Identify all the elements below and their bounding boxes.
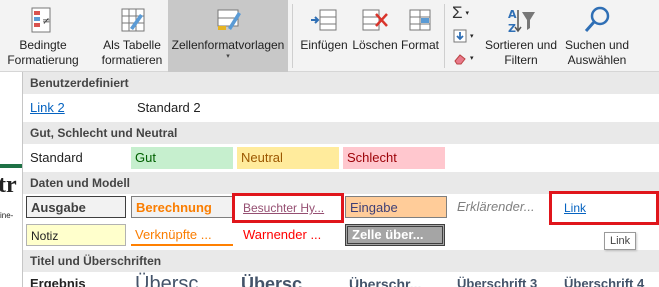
clear-button[interactable]: ▾ [453,48,474,68]
section-header-custom: Benutzerdefiniert [23,72,659,94]
eraser-icon [454,54,466,65]
style-title[interactable]: Übersc... [131,271,233,287]
highlight-box-visited-link [232,193,344,223]
style-standard-2[interactable]: Standard 2 [133,97,233,119]
style-note[interactable]: Notiz [26,224,126,246]
sort-filter-button[interactable]: A Z Sortieren und Filtern [482,0,560,72]
ribbon-separator [292,4,293,68]
find-select-button[interactable]: Suchen und Auswählen [562,0,632,72]
style-check-cell[interactable]: Zelle über... [345,224,445,246]
style-good[interactable]: Gut [131,147,233,169]
format-button[interactable]: Format [399,0,441,72]
autosum-icon: Σ [452,3,463,22]
insert-label: Einfügen [300,38,348,52]
sort-filter-icon: A Z [505,4,537,36]
format-as-table-label-1: Als Tabelle [103,38,161,52]
worksheet-background: tr ine- [0,72,22,287]
format-label: Format [400,38,439,52]
svg-text:≠: ≠ [42,16,50,27]
highlight-box-link [549,191,659,225]
section-header-titles-headings: Titel und Überschriften [23,250,659,272]
format-cells-icon [404,4,436,36]
format-as-table-button[interactable]: Als Tabelle formatieren [96,0,168,72]
style-warning-text[interactable]: Warnender ... [239,224,341,246]
conditional-formatting-label-2: Formatierung [7,53,79,67]
svg-text:A: A [508,8,517,21]
style-bad[interactable]: Schlecht [343,147,445,169]
sheet-text-fragment: tr [0,172,17,198]
format-as-table-label-2: formatieren [101,53,163,67]
cell-styles-gallery: Benutzerdefiniert Link 2 Standard 2 Gut,… [22,72,659,287]
style-linked-cell[interactable]: Verknüpfte ... [131,224,233,246]
style-input[interactable]: Eingabe [345,196,447,218]
sheet-text-fragment-small: ine- [0,211,14,220]
style-standard[interactable]: Standard [26,147,126,169]
delete-label: Löschen [352,38,398,52]
find-select-label-1: Suchen und [564,38,630,52]
style-neutral[interactable]: Neutral [237,147,339,169]
style-output[interactable]: Ausgabe [26,196,126,218]
autosum-caret-icon: ▾ [465,10,470,17]
style-heading-4[interactable]: Überschrift 4 [560,273,659,287]
sort-filter-label-1: Sortieren und [484,38,558,52]
sheet-accent-bar [0,164,22,168]
conditional-formatting-label-1: Bedingte [19,38,67,52]
delete-cells-icon [359,4,391,36]
sort-filter-label-2: Filtern [504,53,538,67]
svg-text:Z: Z [508,22,516,35]
fill-down-icon [453,29,467,43]
style-total[interactable]: Ergebnis [26,273,126,287]
format-as-table-icon [116,4,148,36]
style-link-2[interactable]: Link 2 [26,97,126,119]
section-header-good-bad-neutral: Gut, Schlecht und Neutral [23,122,659,144]
ribbon: ≠ Bedingte Formatierung Als Tabelle form… [0,0,659,72]
style-heading-3[interactable]: Überschrift 3 [453,273,555,287]
autosum-button[interactable]: Σ ▾ [452,3,469,23]
search-icon [581,4,613,36]
insert-cells-icon [308,4,340,36]
fill-caret-icon: ▾ [470,33,474,40]
cell-styles-label: Zellenformatvorlagen [171,38,285,52]
style-explanatory[interactable]: Erklärender... [453,196,555,218]
fill-button[interactable]: ▾ [453,26,474,46]
ribbon-separator [444,4,445,68]
conditional-formatting-icon: ≠ [27,4,59,36]
clear-caret-icon: ▾ [470,55,474,62]
conditional-formatting-button[interactable]: ≠ Bedingte Formatierung [7,0,79,72]
tooltip: Link [604,232,637,250]
style-heading-2[interactable]: Überschr... [345,273,449,287]
style-heading-1[interactable]: Übersc... [237,271,339,287]
cell-styles-icon [212,4,244,36]
cell-styles-caret-icon: ▾ [226,53,230,60]
delete-button[interactable]: Löschen [351,0,399,72]
style-calculation[interactable]: Berechnung [131,196,233,218]
insert-button[interactable]: Einfügen [297,0,351,72]
find-select-label-2: Auswählen [567,53,627,67]
cell-styles-button[interactable]: Zellenformatvorlagen ▾ [168,0,288,72]
